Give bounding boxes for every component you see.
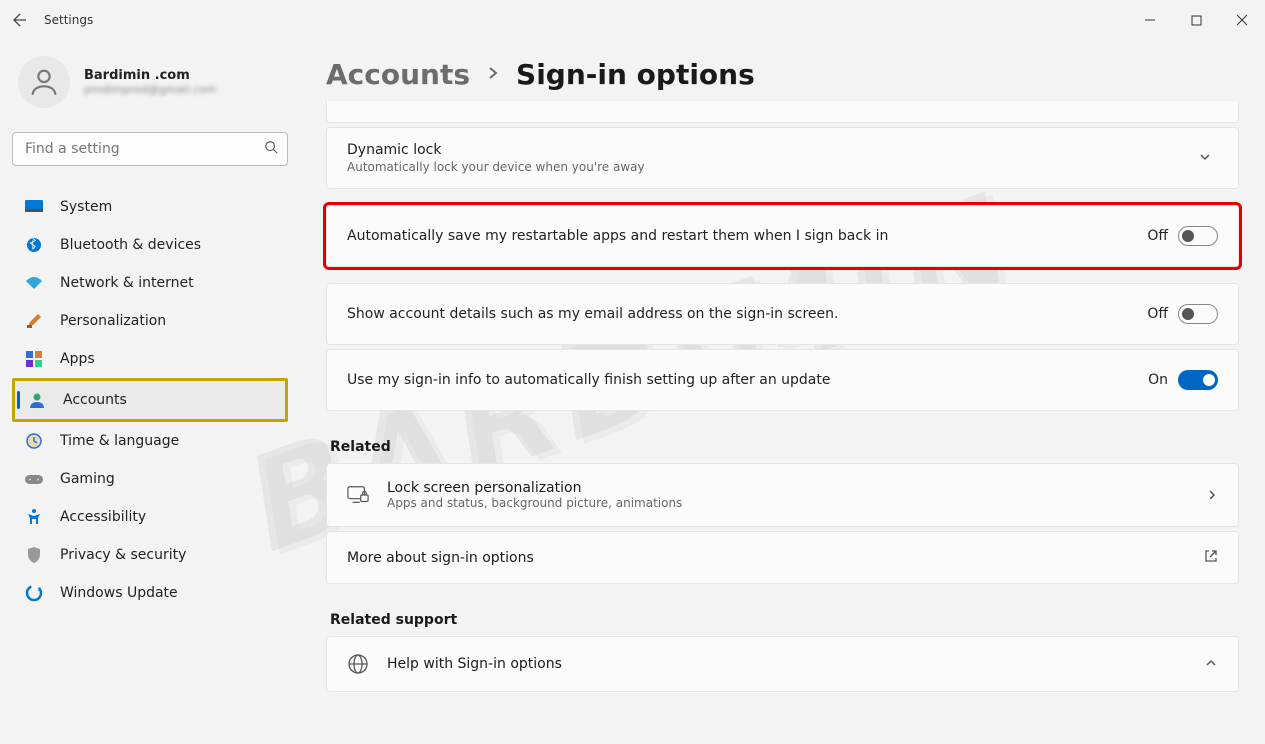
lock-screen-link[interactable]: Lock screen personalization Apps and sta… bbox=[326, 463, 1239, 527]
user-name: Bardimin .com bbox=[84, 68, 216, 83]
title-bar: Settings bbox=[0, 0, 1265, 40]
related-title: Lock screen personalization bbox=[387, 480, 1188, 496]
toggle-state-text: Off bbox=[1147, 306, 1168, 322]
dynamic-lock-title: Dynamic lock bbox=[347, 142, 1192, 158]
help-signin-expander[interactable]: Help with Sign-in options bbox=[326, 636, 1239, 692]
sidebar-item-label: Accounts bbox=[63, 392, 127, 408]
chevron-right-icon bbox=[1206, 486, 1218, 505]
related-desc: Apps and status, background picture, ani… bbox=[387, 496, 1188, 510]
gamepad-icon bbox=[24, 469, 44, 489]
dynamic-lock-desc: Automatically lock your device when you'… bbox=[347, 160, 1192, 174]
sidebar-item-label: Gaming bbox=[60, 471, 115, 487]
update-signin-setting: Use my sign-in info to automatically fin… bbox=[326, 349, 1239, 411]
partial-card[interactable] bbox=[326, 101, 1239, 123]
support-title: Help with Sign-in options bbox=[387, 656, 1186, 672]
sidebar-item-label: Bluetooth & devices bbox=[60, 237, 201, 253]
sidebar-item-label: Network & internet bbox=[60, 275, 194, 291]
update-signin-toggle[interactable] bbox=[1178, 370, 1218, 390]
maximize-icon bbox=[1191, 15, 1202, 26]
minimize-icon bbox=[1144, 14, 1156, 26]
accounts-icon bbox=[27, 390, 47, 410]
sidebar-item-system[interactable]: System bbox=[12, 188, 288, 226]
close-button[interactable] bbox=[1219, 0, 1265, 40]
dynamic-lock-expander[interactable]: Dynamic lock Automatically lock your dev… bbox=[326, 127, 1239, 189]
toggle-state-text: Off bbox=[1147, 228, 1168, 244]
maximize-button[interactable] bbox=[1173, 0, 1219, 40]
restartable-apps-toggle[interactable] bbox=[1178, 226, 1218, 246]
setting-label: Use my sign-in info to automatically fin… bbox=[347, 372, 1148, 388]
chevron-right-icon bbox=[486, 65, 500, 84]
sidebar-nav: System Bluetooth & devices Network & int… bbox=[12, 188, 288, 612]
sidebar-item-personalization[interactable]: Personalization bbox=[12, 302, 288, 340]
user-email: prodimprod@gmail.com bbox=[84, 83, 216, 96]
sidebar-item-accounts[interactable]: Accounts bbox=[15, 381, 285, 419]
person-icon bbox=[27, 65, 61, 99]
sidebar-item-update[interactable]: Windows Update bbox=[12, 574, 288, 612]
clock-icon bbox=[24, 431, 44, 451]
related-title: More about sign-in options bbox=[347, 550, 1186, 566]
setting-label: Automatically save my restartable apps a… bbox=[347, 228, 1147, 244]
more-signin-link[interactable]: More about sign-in options bbox=[326, 531, 1239, 584]
brush-icon bbox=[24, 311, 44, 331]
sidebar-item-privacy[interactable]: Privacy & security bbox=[12, 536, 288, 574]
sidebar-item-accessibility[interactable]: Accessibility bbox=[12, 498, 288, 536]
account-details-setting: Show account details such as my email ad… bbox=[326, 283, 1239, 345]
search-input[interactable] bbox=[12, 132, 288, 166]
globe-icon bbox=[347, 653, 369, 675]
sidebar-item-apps[interactable]: Apps bbox=[12, 340, 288, 378]
sidebar-item-gaming[interactable]: Gaming bbox=[12, 460, 288, 498]
sidebar-item-label: Privacy & security bbox=[60, 547, 186, 563]
bluetooth-icon bbox=[24, 235, 44, 255]
user-block[interactable]: Bardimin .com prodimprod@gmail.com bbox=[12, 40, 288, 132]
account-details-toggle[interactable] bbox=[1178, 304, 1218, 324]
close-icon bbox=[1236, 14, 1248, 26]
avatar bbox=[18, 56, 70, 108]
chevron-up-icon bbox=[1204, 655, 1218, 674]
sidebar-item-label: Windows Update bbox=[60, 585, 178, 601]
search-icon bbox=[264, 140, 278, 158]
chevron-down-icon bbox=[1192, 149, 1218, 168]
accessibility-icon bbox=[24, 507, 44, 527]
app-title: Settings bbox=[44, 13, 93, 27]
sidebar-item-network[interactable]: Network & internet bbox=[12, 264, 288, 302]
breadcrumb-parent[interactable]: Accounts bbox=[326, 58, 470, 91]
breadcrumb-current: Sign-in options bbox=[516, 58, 755, 91]
system-icon bbox=[24, 197, 44, 217]
sidebar-item-label: Personalization bbox=[60, 313, 166, 329]
back-button[interactable] bbox=[0, 0, 40, 40]
setting-label: Show account details such as my email ad… bbox=[347, 306, 1147, 322]
minimize-button[interactable] bbox=[1127, 0, 1173, 40]
monitor-lock-icon bbox=[347, 485, 369, 505]
arrow-left-icon bbox=[12, 12, 28, 28]
support-heading: Related support bbox=[330, 612, 1239, 628]
sidebar-item-label: System bbox=[60, 199, 112, 215]
shield-icon bbox=[24, 545, 44, 565]
content-area: Accounts Sign-in options Dynamic lock Au… bbox=[300, 40, 1265, 744]
restartable-apps-setting: Automatically save my restartable apps a… bbox=[326, 205, 1239, 267]
wifi-icon bbox=[24, 273, 44, 293]
sidebar-item-bluetooth[interactable]: Bluetooth & devices bbox=[12, 226, 288, 264]
sidebar-item-label: Accessibility bbox=[60, 509, 146, 525]
update-icon bbox=[24, 583, 44, 603]
sidebar: Bardimin .com prodimprod@gmail.com Syste… bbox=[0, 40, 300, 744]
external-link-icon bbox=[1204, 548, 1218, 567]
sidebar-item-label: Time & language bbox=[60, 433, 179, 449]
toggle-state-text: On bbox=[1148, 372, 1168, 388]
breadcrumb: Accounts Sign-in options bbox=[326, 58, 1239, 91]
apps-icon bbox=[24, 349, 44, 369]
related-heading: Related bbox=[330, 439, 1239, 455]
sidebar-item-time[interactable]: Time & language bbox=[12, 422, 288, 460]
sidebar-item-label: Apps bbox=[60, 351, 95, 367]
